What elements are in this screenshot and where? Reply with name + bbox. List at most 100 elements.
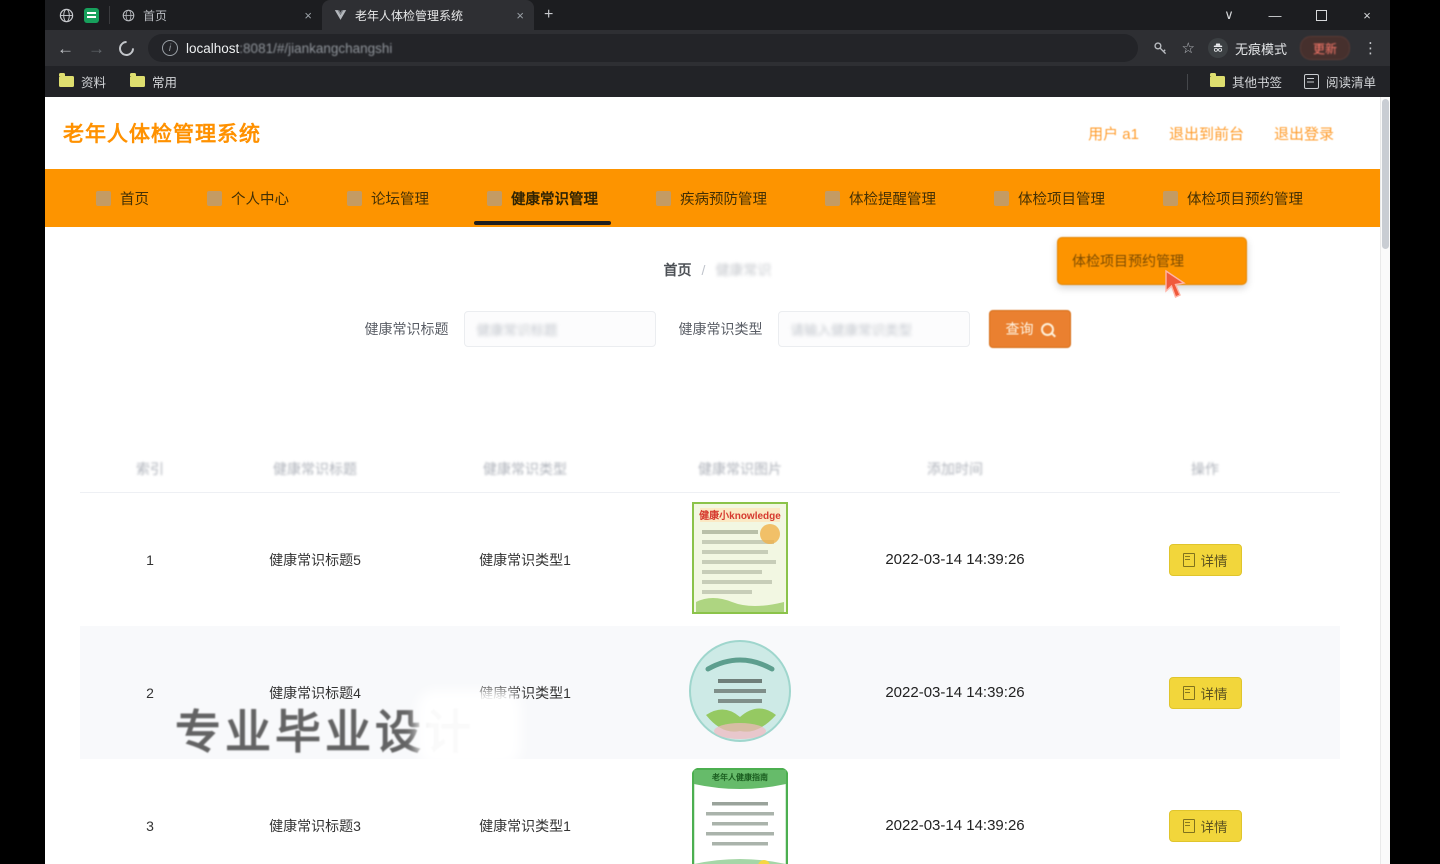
new-tab-button[interactable]: + (544, 6, 553, 24)
nav-item-personal-center[interactable]: 个人中心 (178, 169, 318, 227)
reload-icon[interactable] (115, 37, 138, 59)
maximize-button[interactable] (1298, 0, 1344, 30)
search-button[interactable]: 查询 (988, 310, 1071, 348)
knowledge-table: 索引 健康常识标题 健康常识类型 健康常识图片 添加时间 操作 1 健康常识标题… (80, 445, 1340, 864)
forum-icon (347, 190, 362, 206)
bookmark-star-icon[interactable]: ☆ (1182, 39, 1195, 57)
page-info-icon[interactable]: i (162, 40, 178, 56)
nav-item-exam-appointment-mgmt[interactable]: 体检项目预约管理 (1134, 169, 1332, 227)
other-bookmarks-button[interactable]: 其他书签 (1209, 72, 1282, 91)
knowledge-type-input[interactable]: 请输入健康常识类型 (777, 311, 970, 347)
reading-list-button[interactable]: 阅读清单 (1303, 72, 1376, 91)
logout-link[interactable]: 退出登录 (1274, 123, 1334, 144)
input-placeholder: 健康常识标题 (476, 323, 558, 338)
cell-title: 健康常识标题3 (269, 817, 361, 834)
detail-button[interactable]: 详情 (1168, 543, 1242, 576)
input-placeholder: 请输入健康常识类型 (790, 323, 913, 338)
disease-prevention-icon (656, 190, 671, 206)
document-icon (1182, 552, 1195, 567)
nav-item-forum-mgmt[interactable]: 论坛管理 (318, 169, 458, 227)
site-header: 老年人体检管理系统 用户 a1 退出到前台 退出登录 (45, 97, 1390, 169)
main-nav: 首页 个人中心 论坛管理 健康常识管理 疾病预防管理 体检提醒管理 体检项目管理… (45, 169, 1390, 227)
bookmark-folder-changyong[interactable]: 常用 (130, 72, 177, 91)
forward-button[interactable]: → (88, 40, 105, 57)
password-key-icon[interactable] (1152, 40, 1169, 57)
minimize-button[interactable]: — (1252, 0, 1298, 30)
pinned-icons (45, 6, 110, 24)
col-header-index: 索引 (80, 445, 220, 493)
cell-type: 健康常识类型1 (479, 817, 571, 834)
nav-item-home[interactable]: 首页 (67, 169, 178, 227)
site-title: 老年人体检管理系统 (63, 123, 261, 146)
incognito-label: 无痕模式 (1234, 41, 1287, 57)
cell-action: 详情 (1070, 759, 1340, 864)
tab-close-icon[interactable]: × (516, 8, 524, 23)
health-knowledge-icon (487, 190, 502, 206)
folder-icon (1209, 73, 1225, 87)
magnifier-icon (1040, 322, 1054, 336)
cell-action: 详情 (1070, 493, 1340, 627)
page-content: 老年人体检管理系统 用户 a1 退出到前台 退出登录 首页 个人中心 论坛管理 … (45, 97, 1390, 864)
incognito-icon (1207, 38, 1228, 58)
green-app-icon[interactable] (84, 7, 99, 23)
exit-to-front-link[interactable]: 退出到前台 (1169, 123, 1244, 144)
knowledge-image: 老年人健康指南 (692, 768, 788, 864)
tab-close-icon[interactable]: × (304, 8, 312, 23)
close-window-button[interactable]: × (1344, 0, 1390, 30)
table-header-row: 索引 健康常识标题 健康常识类型 健康常识图片 添加时间 操作 (80, 445, 1340, 493)
globe-icon[interactable] (59, 8, 74, 23)
browser-window: 首页 × 老年人体检管理系统 × + ∨ — × ← → i localhost… (45, 0, 1390, 864)
reminder-icon (825, 190, 840, 206)
tab-active-system[interactable]: 老年人体检管理系统 × (322, 0, 534, 30)
svg-text:健康小knowledge: 健康小knowledge (699, 509, 781, 522)
url-host: localhost (186, 40, 240, 56)
knowledge-title-input[interactable]: 健康常识标题 (463, 311, 656, 347)
tab-title: 老年人体检管理系统 (355, 8, 464, 23)
nav-item-exam-project-mgmt[interactable]: 体检项目管理 (965, 169, 1134, 227)
detail-button[interactable]: 详情 (1168, 676, 1242, 709)
bookmark-folder-ziliao[interactable]: 资料 (59, 72, 106, 91)
folder-icon (59, 73, 74, 87)
knowledge-image: 健康小knowledge (692, 502, 788, 614)
address-bar-actions: ☆ 无痕模式 更新 ⋮ (1152, 36, 1378, 60)
nav-item-health-knowledge-mgmt[interactable]: 健康常识管理 (458, 169, 627, 227)
mouse-cursor (1165, 269, 1186, 298)
table-row: 1 健康常识标题5 健康常识类型1 健康小knowledge 2022-03-1… (80, 493, 1340, 627)
tab-search-chevron-icon[interactable]: ∨ (1206, 0, 1252, 30)
bookmarks-bar-right: 其他书签 阅读清单 (1186, 72, 1376, 91)
header-user-links: 用户 a1 退出到前台 退出登录 (1088, 123, 1334, 144)
reading-list-icon (1303, 74, 1319, 89)
url-field[interactable]: i localhost:8081/#/jiankangchangshi (148, 34, 1138, 62)
cell-index: 3 (146, 817, 154, 834)
cell-type: 健康常识类型1 (479, 551, 571, 568)
vue-favicon (334, 10, 347, 20)
current-user-label: 用户 a1 (1088, 125, 1139, 143)
project-icon (994, 190, 1009, 206)
update-browser-button[interactable]: 更新 (1299, 36, 1350, 60)
search-form: 健康常识标题 健康常识标题 健康常识类型 请输入健康常识类型 查询 (45, 310, 1390, 348)
cell-index: 1 (146, 551, 154, 568)
address-bar: ← → i localhost:8081/#/jiankangchangshi … (45, 30, 1390, 66)
scrollbar-thumb[interactable] (1382, 99, 1389, 249)
menu-kebab-icon[interactable]: ⋮ (1363, 39, 1378, 57)
nav-item-exam-reminder-mgmt[interactable]: 体检提醒管理 (796, 169, 965, 227)
col-header-type: 健康常识类型 (410, 445, 640, 493)
tab-home[interactable]: 首页 × (110, 0, 322, 30)
breadcrumb-current: 健康常识 (715, 262, 772, 278)
nav-dropdown-exam-appointment[interactable]: 体检项目预约管理 (1057, 237, 1247, 285)
back-button[interactable]: ← (57, 40, 74, 57)
page-scrollbar[interactable] (1380, 97, 1390, 864)
detail-button[interactable]: 详情 (1168, 809, 1242, 842)
knowledge-title-label: 健康常识标题 (364, 321, 449, 337)
cell-time: 2022-03-14 14:39:26 (885, 551, 1025, 568)
knowledge-type-label: 健康常识类型 (678, 321, 763, 337)
col-header-action: 操作 (1070, 445, 1340, 493)
document-icon (1182, 685, 1195, 700)
url-path: :8081/#/jiankangchangshi (239, 40, 393, 56)
browser-tab-bar: 首页 × 老年人体检管理系统 × + ∨ — × (45, 0, 1390, 30)
globe-favicon (122, 9, 135, 21)
nav-item-disease-prevention-mgmt[interactable]: 疾病预防管理 (627, 169, 796, 227)
cell-image: 老年人健康指南 (640, 759, 840, 864)
breadcrumb-home[interactable]: 首页 (664, 260, 692, 280)
window-controls: ∨ — × (1206, 0, 1390, 30)
